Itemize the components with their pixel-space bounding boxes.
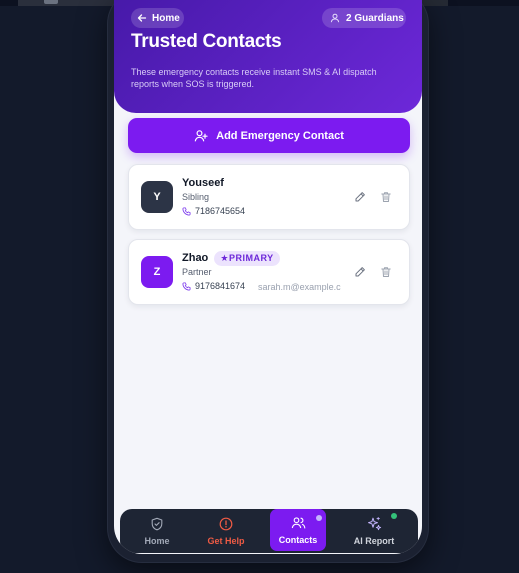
contact-card[interactable]: Z Zhao ★PRIMARY Partner 9176841674 sarah…	[128, 239, 410, 305]
add-contact-label: Add Emergency Contact	[216, 129, 344, 142]
delete-contact-button[interactable]	[378, 189, 394, 205]
contact-name: Youseef	[182, 177, 224, 189]
status-dot	[391, 513, 397, 519]
contact-phone: 7186745654	[182, 206, 245, 216]
contact-card[interactable]: Y Youseef Sibling 7186745654	[128, 164, 410, 230]
shield-icon	[151, 517, 163, 530]
users-icon	[291, 516, 305, 529]
trash-icon	[381, 267, 391, 277]
trash-icon	[381, 192, 391, 202]
user-plus-icon	[194, 129, 208, 141]
user-icon	[330, 13, 340, 23]
phone-icon	[182, 281, 191, 291]
edit-contact-button[interactable]	[352, 264, 368, 280]
guardians-count-label: 2 Guardians	[346, 12, 404, 24]
app-screen: Home 2 Guardians Trusted Contacts These …	[114, 0, 422, 554]
phone-frame: Home 2 Guardians Trusted Contacts These …	[108, 0, 428, 562]
tab-favicon-icon	[44, 0, 58, 4]
contact-relation: Partner	[182, 267, 212, 277]
contact-name: Zhao	[182, 252, 209, 264]
nav-contacts-label: Contacts	[278, 534, 318, 545]
avatar: Y	[141, 181, 173, 213]
contact-phone: 9176841674	[182, 281, 245, 291]
nav-get-help-label: Get Help	[207, 535, 245, 546]
nav-contacts[interactable]: Contacts	[270, 509, 326, 551]
home-back-label: Home	[152, 12, 180, 24]
nav-get-help[interactable]: Get Help	[196, 509, 256, 553]
primary-badge: ★PRIMARY	[214, 251, 280, 266]
home-back-button[interactable]: Home	[131, 8, 184, 28]
nav-ai-report[interactable]: AI Report	[344, 509, 404, 553]
guardians-count-badge: 2 Guardians	[322, 8, 406, 28]
page-header: Home 2 Guardians Trusted Contacts These …	[114, 0, 422, 113]
page-subtitle: These emergency contacts receive instant…	[131, 67, 377, 89]
alert-circle-icon	[219, 517, 233, 530]
nav-home-label: Home	[144, 535, 170, 546]
delete-contact-button[interactable]	[378, 264, 394, 280]
pencil-icon	[355, 267, 365, 277]
sparkles-icon	[367, 516, 381, 531]
bottom-nav: Home Get Help Contacts AI Report	[120, 509, 418, 553]
arrow-left-icon	[137, 14, 147, 22]
notification-dot	[316, 515, 322, 521]
contact-phone-number: 9176841674	[195, 281, 246, 291]
phone-icon	[182, 206, 191, 216]
nav-ai-report-label: AI Report	[353, 536, 395, 546]
edit-contact-button[interactable]	[352, 189, 368, 205]
contact-relation: Sibling	[182, 192, 210, 202]
nav-home[interactable]: Home	[127, 509, 187, 553]
page-title: Trusted Contacts	[131, 31, 282, 52]
avatar: Z	[141, 256, 173, 288]
add-emergency-contact-button[interactable]: Add Emergency Contact	[128, 118, 410, 153]
pencil-icon	[355, 192, 365, 202]
contact-phone-number: 7186745654	[195, 206, 246, 216]
contact-email: sarah.m@example.c	[258, 282, 341, 292]
